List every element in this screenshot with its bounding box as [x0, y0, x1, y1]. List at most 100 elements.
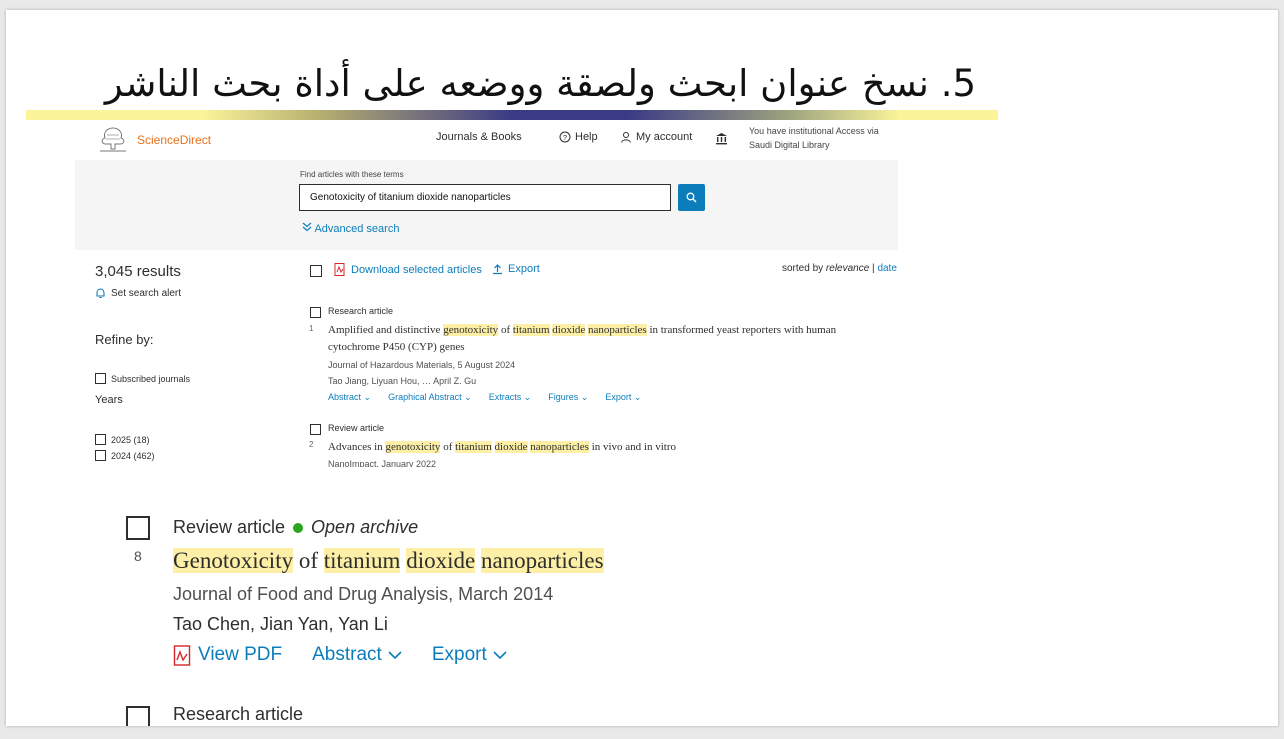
link-label: Extracts: [488, 392, 522, 402]
title-text: of: [293, 548, 324, 573]
export-toggle[interactable]: Export: [432, 644, 507, 666]
article-title-link[interactable]: Amplified and distinctive genotoxicity o…: [328, 322, 888, 356]
institution-access[interactable]: You have institutional Access via Saudi …: [749, 124, 898, 152]
link-label: Figures: [548, 392, 579, 402]
view-pdf-link[interactable]: View PDF: [173, 644, 282, 666]
extracts-toggle[interactable]: Extracts ⌄: [489, 392, 532, 403]
article-type-row: Review article Open archive: [173, 517, 418, 538]
checkbox[interactable]: [95, 434, 106, 445]
chevron-down-icon: ⌄: [633, 392, 642, 402]
article-links: Abstract ⌄ Graphical Abstract ⌄ Extracts…: [328, 392, 641, 403]
export-toggle[interactable]: Export ⌄: [605, 392, 641, 403]
article-title-link[interactable]: Genotoxicity of titanium dioxide nanopar…: [173, 548, 604, 574]
export-label: Export: [508, 263, 540, 275]
download-selected-button[interactable]: Download selected articles: [334, 263, 482, 276]
institution-line2: Saudi Digital Library: [749, 140, 830, 150]
set-search-alert[interactable]: Set search alert: [95, 288, 181, 299]
link-label: Abstract: [328, 392, 362, 402]
nav-my-account[interactable]: My account: [620, 131, 692, 143]
abstract-toggle[interactable]: Abstract ⌄: [328, 392, 371, 403]
search-button[interactable]: [678, 184, 705, 211]
nav-journals-label: Journals & Books: [436, 131, 522, 143]
nav-help[interactable]: ? Help: [559, 131, 598, 143]
advanced-search-label: Advanced search: [314, 223, 400, 235]
elsevier-logo-icon: [97, 125, 129, 153]
results-count: 3,045 results: [95, 263, 181, 280]
title-highlight: dioxide: [552, 324, 586, 336]
title-highlight: genotoxicity: [443, 324, 499, 336]
checkbox[interactable]: [95, 373, 106, 384]
title-text: cytochrome P450 (CYP) genes: [328, 341, 465, 353]
chevron-down-icon: [493, 650, 507, 659]
filter-label: Subscribed journals: [111, 373, 191, 384]
article-authors: Tao Chen, Jian Yan, Yan Li: [173, 614, 388, 634]
abstract-toggle[interactable]: Abstract: [312, 644, 402, 666]
filter-year-2025[interactable]: 2025 (18): [95, 434, 150, 445]
export-button[interactable]: Export: [492, 263, 540, 275]
result-checkbox[interactable]: [310, 424, 321, 435]
search-label: Find articles with these terms: [300, 170, 404, 179]
article-links: View PDF Abstract Export: [173, 644, 507, 666]
sort-date[interactable]: date: [877, 263, 896, 274]
title-highlight: nanoparticles: [480, 548, 604, 573]
pdf-icon: [334, 263, 345, 276]
open-access-dot-icon: [293, 522, 304, 533]
svg-text:?: ?: [563, 135, 567, 142]
refine-heading: Refine by:: [95, 332, 154, 347]
link-label: Export: [605, 392, 632, 402]
years-heading: Years: [95, 394, 123, 406]
download-label: Download selected articles: [351, 263, 482, 276]
user-icon: [621, 132, 631, 143]
chevron-down-icon: [388, 650, 402, 659]
checkbox[interactable]: [95, 450, 106, 461]
set-search-alert-label: Set search alert: [111, 288, 182, 299]
help-icon: ?: [559, 131, 571, 143]
figures-toggle[interactable]: Figures ⌄: [548, 392, 588, 403]
title-highlight: nanoparticles: [530, 441, 589, 453]
pdf-icon: [173, 644, 191, 666]
article-type: Research article: [328, 306, 394, 316]
title-highlight: nanoparticles: [588, 324, 647, 336]
article-authors: Tao Jiang, Liyuan Hou, … April Z. Gu: [328, 376, 477, 386]
result-checkbox[interactable]: [126, 516, 150, 540]
sciencedirect-screenshot: ScienceDirect Journals & Books ? Help My…: [75, 122, 898, 467]
filter-year-2024[interactable]: 2024 (462): [95, 450, 155, 461]
article-journal: Journal of Food and Drug Analysis, March…: [173, 584, 554, 604]
chevron-down-icon: ⌄: [580, 392, 589, 402]
filter-label: 2025 (18): [111, 434, 150, 445]
slide: 5. نسخ عنوان ابحث ولصقة ووضعه على أداة ب…: [6, 10, 1278, 726]
graphical-abstract-toggle[interactable]: Graphical Abstract ⌄: [388, 392, 472, 403]
title-underline: [26, 110, 998, 120]
brand-name[interactable]: ScienceDirect: [137, 133, 211, 147]
result-item: Review article 2 Advances in genotoxicit…: [304, 423, 898, 467]
view-pdf-label: View PDF: [198, 644, 283, 665]
article-title-link[interactable]: Advances in genotoxicity of titanium dio…: [328, 439, 888, 456]
filter-subscribed-journals[interactable]: Subscribed journals: [95, 373, 190, 384]
search-icon: [686, 192, 697, 203]
next-article-type: Research article: [173, 704, 304, 724]
sort-relevance[interactable]: relevance: [826, 263, 869, 274]
title-highlight: dioxide: [406, 548, 476, 573]
result-number: 8: [134, 548, 142, 564]
title-text: in transformed yeast reporters with huma…: [646, 324, 837, 336]
institution-icon[interactable]: [715, 132, 728, 145]
sort-options: sorted by relevance | date: [782, 263, 897, 274]
sort-prefix: sorted by: [782, 263, 826, 274]
result-checkbox[interactable]: [126, 706, 150, 726]
slide-title: 5. نسخ عنوان ابحث ولصقة ووضعه على أداة ب…: [104, 62, 976, 105]
article-type: Review article: [173, 517, 286, 537]
title-highlight: titanium: [455, 441, 492, 453]
result-checkbox[interactable]: [310, 307, 321, 318]
open-archive-label: Open archive: [311, 517, 419, 537]
search-input[interactable]: Genotoxicity of titanium dioxide nanopar…: [299, 184, 671, 211]
chevron-down-icon: ⌄: [464, 392, 472, 402]
nav-journals-books[interactable]: Journals & Books: [436, 131, 522, 143]
title-text: of: [440, 441, 456, 453]
title-highlight: titanium: [323, 548, 401, 573]
upload-icon: [493, 263, 502, 274]
export-label: Export: [431, 644, 487, 665]
select-all-checkbox[interactable]: [310, 265, 322, 277]
advanced-search-link[interactable]: Advanced search: [302, 222, 399, 235]
result-number: 2: [309, 440, 314, 449]
title-text: Advances in: [328, 441, 386, 453]
